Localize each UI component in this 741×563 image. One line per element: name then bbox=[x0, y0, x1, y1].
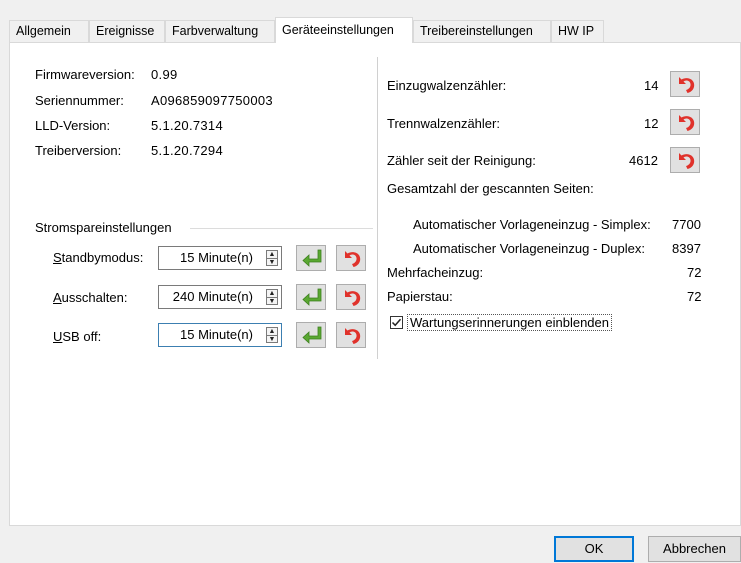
feed-roller-reset-button[interactable] bbox=[670, 71, 700, 97]
standby-spin-arrows[interactable]: ▲ ▼ bbox=[266, 250, 278, 266]
spin-up-icon[interactable]: ▲ bbox=[267, 290, 277, 297]
off-reset-button[interactable] bbox=[336, 284, 366, 310]
maintenance-checkbox-label[interactable]: Wartungserinnerungen einblenden bbox=[407, 314, 612, 331]
standby-apply-button[interactable] bbox=[296, 245, 326, 271]
tab-ereignisse[interactable]: Ereignisse bbox=[89, 20, 165, 42]
tab-farbverwaltung[interactable]: Farbverwaltung bbox=[165, 20, 275, 42]
column-separator bbox=[377, 57, 378, 359]
off-spin-arrows[interactable]: ▲ ▼ bbox=[266, 289, 278, 305]
standby-label: Standbymodus: bbox=[53, 250, 144, 265]
adf-duplex-label: Automatischer Vorlageneinzug - Duplex: bbox=[413, 241, 645, 256]
separation-roller-label: Trennwalzenzähler: bbox=[387, 116, 500, 131]
tab-hw-ip[interactable]: HW IP bbox=[551, 20, 604, 42]
maintenance-checkbox[interactable] bbox=[390, 316, 403, 329]
tab-geraeteeinstellungen[interactable]: Geräteeinstellungen bbox=[275, 17, 413, 43]
lld-label: LLD-Version: bbox=[35, 118, 111, 133]
total-pages-label: Gesamtzahl der gescannten Seiten: bbox=[387, 181, 594, 196]
lld-value: 5.1.20.7314 bbox=[151, 118, 223, 133]
spin-up-icon[interactable]: ▲ bbox=[267, 328, 277, 335]
reset-icon bbox=[345, 328, 361, 344]
apply-arrow-icon bbox=[302, 249, 322, 267]
since-cleaning-label: Zähler seit der Reinigung: bbox=[387, 153, 536, 168]
power-group-title: Stromspareinstellungen bbox=[35, 220, 172, 235]
group-divider bbox=[190, 228, 373, 229]
usb-apply-button[interactable] bbox=[296, 322, 326, 348]
feed-roller-label: Einzugwalzenzähler: bbox=[387, 78, 507, 93]
adf-simplex-label: Automatischer Vorlageneinzug - Simplex: bbox=[413, 217, 651, 232]
tab-panel: Firmwareversion: 0.99 Seriennummer: A096… bbox=[9, 42, 741, 526]
serial-label: Seriennummer: bbox=[35, 93, 124, 108]
since-cleaning-value: 4612 bbox=[629, 153, 658, 168]
spin-up-icon[interactable]: ▲ bbox=[267, 251, 277, 258]
reset-icon bbox=[679, 77, 695, 93]
adf-simplex-value: 7700 bbox=[672, 217, 701, 232]
spin-down-icon[interactable]: ▼ bbox=[267, 258, 277, 266]
usb-spin-arrows[interactable]: ▲ ▼ bbox=[266, 327, 278, 343]
apply-arrow-icon bbox=[302, 326, 322, 344]
driver-value: 5.1.20.7294 bbox=[151, 143, 223, 158]
off-label: Ausschalten: bbox=[53, 290, 128, 305]
reset-icon bbox=[679, 115, 695, 131]
adf-duplex-value: 8397 bbox=[672, 241, 701, 256]
off-spinbox[interactable]: 240 Minute(n) ▲ ▼ bbox=[158, 285, 282, 309]
usb-label: USB off: bbox=[53, 329, 102, 344]
separation-roller-reset-button[interactable] bbox=[670, 109, 700, 135]
feed-roller-value: 14 bbox=[644, 78, 659, 93]
firmware-label: Firmwareversion: bbox=[35, 67, 135, 82]
usb-spinbox[interactable]: 15 Minute(n) ▲ ▼ bbox=[158, 323, 282, 347]
checkmark-icon bbox=[391, 318, 402, 327]
standby-reset-button[interactable] bbox=[336, 245, 366, 271]
reset-icon bbox=[679, 153, 695, 169]
apply-arrow-icon bbox=[302, 288, 322, 306]
since-cleaning-reset-button[interactable] bbox=[670, 147, 700, 173]
off-value: 240 Minute(n) bbox=[172, 289, 253, 304]
spin-down-icon[interactable]: ▼ bbox=[267, 297, 277, 305]
separation-roller-value: 12 bbox=[644, 116, 659, 131]
reset-icon bbox=[345, 251, 361, 267]
tab-allgemein[interactable]: Allgemein bbox=[9, 20, 89, 42]
standby-spinbox[interactable]: 15 Minute(n) ▲ ▼ bbox=[158, 246, 282, 270]
tab-treibereinstellungen[interactable]: Treibereinstellungen bbox=[413, 20, 551, 42]
standby-value: 15 Minute(n) bbox=[180, 250, 253, 265]
cancel-button[interactable]: Abbrechen bbox=[648, 536, 741, 562]
reset-icon bbox=[345, 290, 361, 306]
usb-reset-button[interactable] bbox=[336, 322, 366, 348]
usb-value: 15 Minute(n) bbox=[180, 327, 253, 342]
serial-value: A096859097750003 bbox=[151, 93, 273, 108]
firmware-value: 0.99 bbox=[151, 67, 178, 82]
multifeed-label: Mehrfacheinzug: bbox=[387, 265, 484, 280]
paper-jam-value: 72 bbox=[687, 289, 702, 304]
off-apply-button[interactable] bbox=[296, 284, 326, 310]
paper-jam-label: Papierstau: bbox=[387, 289, 453, 304]
multifeed-value: 72 bbox=[687, 265, 702, 280]
driver-label: Treiberversion: bbox=[35, 143, 122, 158]
ok-button[interactable]: OK bbox=[554, 536, 634, 562]
spin-down-icon[interactable]: ▼ bbox=[267, 335, 277, 343]
